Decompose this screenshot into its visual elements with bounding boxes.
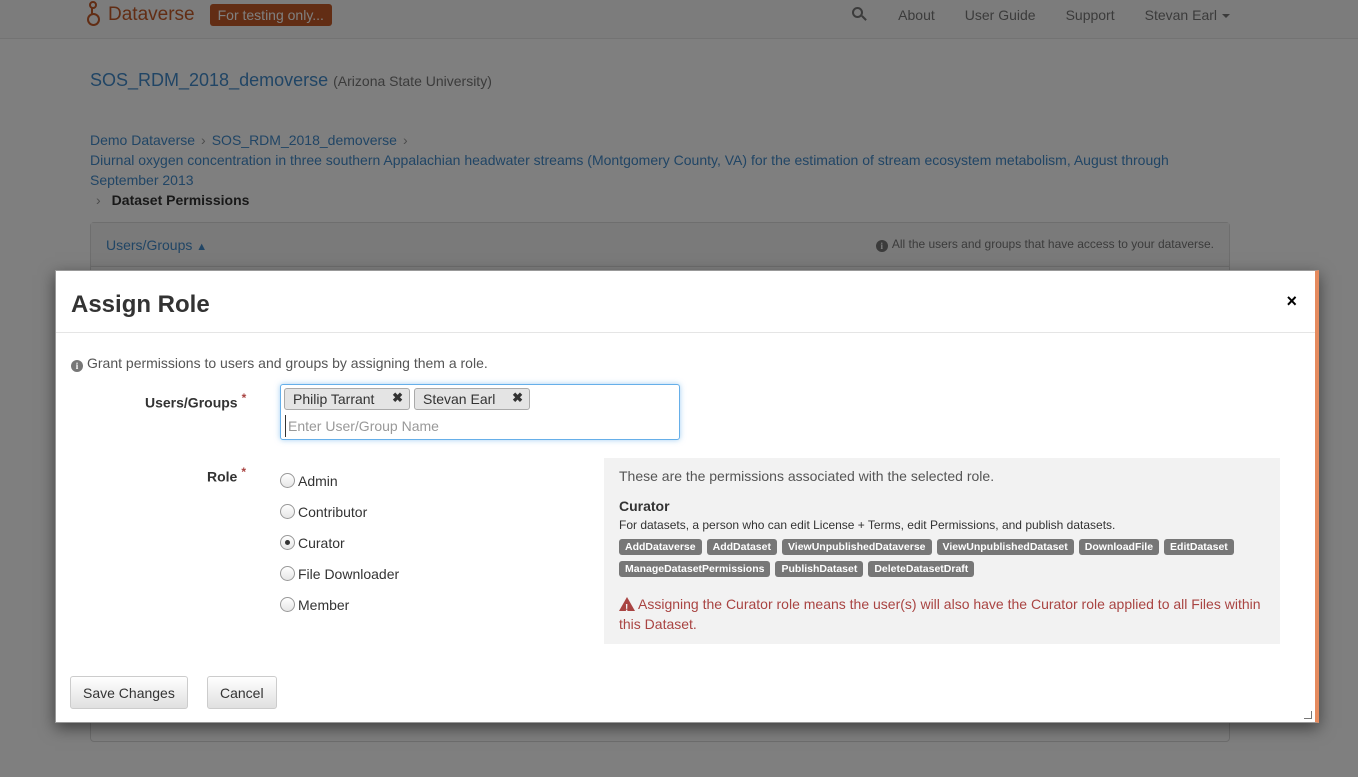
permission-badge: ViewUnpublishedDataset xyxy=(936,539,1074,555)
intro-text: Grant permissions to users and groups by… xyxy=(87,355,488,371)
permissions-panel: These are the permissions associated wit… xyxy=(604,458,1280,644)
warning-icon xyxy=(619,597,635,619)
token-stevan-earl: Stevan Earl ✖ xyxy=(414,388,530,410)
role-option-file-downloader[interactable]: File Downloader xyxy=(280,558,399,589)
role-label: Role * xyxy=(207,465,246,485)
permission-badges: AddDataverse AddDataset ViewUnpublishedD… xyxy=(619,539,1259,577)
curator-warning: Assigning the Curator role means the use… xyxy=(619,594,1265,634)
role-option-curator[interactable]: Curator xyxy=(280,527,399,558)
role-option-label: Admin xyxy=(298,472,338,489)
cancel-button[interactable]: Cancel xyxy=(207,676,277,709)
permission-badge: EditDataset xyxy=(1164,539,1234,555)
role-option-admin[interactable]: Admin xyxy=(280,465,399,496)
role-option-label: File Downloader xyxy=(298,565,400,582)
assign-role-modal: Assign Role × i Grant permissions to user… xyxy=(55,270,1319,723)
radio-button[interactable] xyxy=(280,597,295,612)
close-icon[interactable]: × xyxy=(1286,291,1297,312)
user-group-search-input[interactable] xyxy=(285,415,665,437)
user-group-token-input[interactable]: Philip Tarrant ✖ Stevan Earl ✖ xyxy=(280,384,680,440)
permissions-role-name: Curator xyxy=(619,498,670,514)
token-label: Philip Tarrant xyxy=(293,391,375,407)
role-option-label: Curator xyxy=(298,534,345,551)
required-mark: * xyxy=(241,391,247,405)
permission-badge: ViewUnpublishedDataverse xyxy=(781,539,932,555)
role-option-label: Contributor xyxy=(298,503,368,520)
radio-button-selected[interactable] xyxy=(280,535,295,550)
role-radio-group: Admin Contributor Curator File Downloade… xyxy=(280,465,399,620)
permissions-intro: These are the permissions associated wit… xyxy=(619,468,995,484)
warning-text: Assigning the Curator role means the use… xyxy=(619,596,1261,632)
role-option-label: Member xyxy=(298,596,350,613)
permission-badge: DeleteDatasetDraft xyxy=(868,561,975,577)
token-philip-tarrant: Philip Tarrant ✖ xyxy=(284,388,410,410)
permission-badge: DownloadFile xyxy=(1078,539,1160,555)
remove-token-icon[interactable]: ✖ xyxy=(512,390,523,406)
info-icon: i xyxy=(71,360,83,372)
resize-handle-icon[interactable] xyxy=(1304,711,1312,719)
radio-button[interactable] xyxy=(280,504,295,519)
remove-token-icon[interactable]: ✖ xyxy=(392,390,403,406)
permission-badge: AddDataset xyxy=(706,539,777,555)
role-option-member[interactable]: Member xyxy=(280,589,399,620)
radio-button[interactable] xyxy=(280,473,295,488)
required-mark: * xyxy=(241,465,247,479)
role-option-contributor[interactable]: Contributor xyxy=(280,496,399,527)
users-groups-label: Users/Groups * xyxy=(145,391,246,411)
permission-badge: PublishDataset xyxy=(775,561,864,577)
permission-badge: AddDataverse xyxy=(619,539,702,555)
permissions-role-description: For datasets, a person who can edit Lice… xyxy=(619,518,1116,532)
token-label: Stevan Earl xyxy=(423,391,496,407)
save-changes-button[interactable]: Save Changes xyxy=(70,676,188,709)
modal-header: Assign Role × xyxy=(56,271,1315,333)
modal-title: Assign Role xyxy=(71,291,210,318)
users-groups-label-text: Users/Groups xyxy=(145,394,238,411)
permission-badge: ManageDatasetPermissions xyxy=(619,561,771,577)
modal-intro: i Grant permissions to users and groups b… xyxy=(71,355,488,372)
role-label-text: Role xyxy=(207,468,238,485)
radio-button[interactable] xyxy=(280,566,295,581)
